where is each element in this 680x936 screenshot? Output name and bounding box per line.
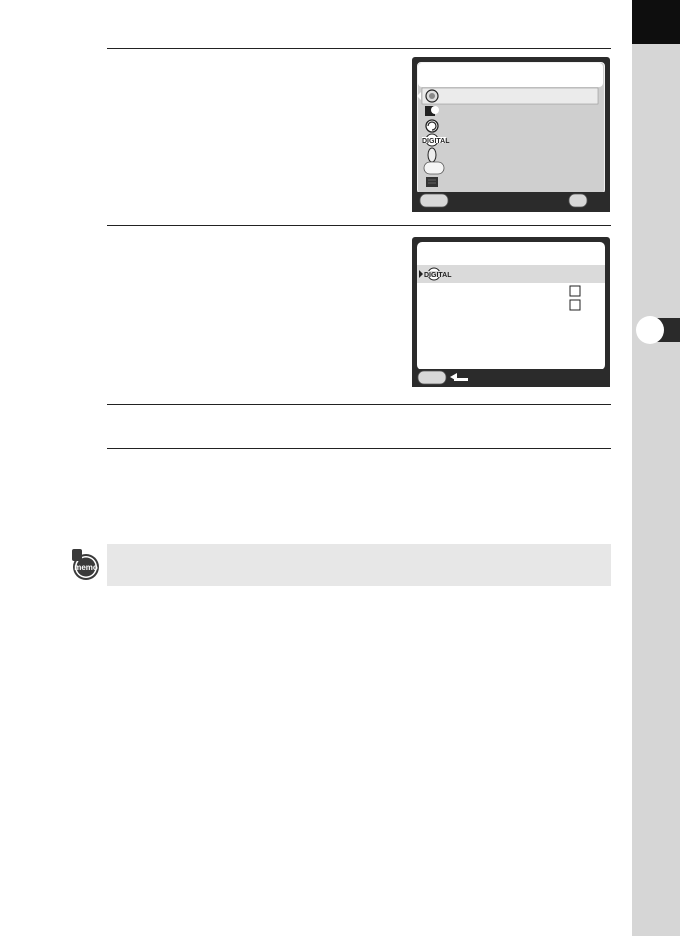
step-divider: [107, 404, 611, 405]
step-divider: [107, 448, 611, 449]
checkbox-icon: [569, 299, 581, 311]
menu-button-icon: [419, 193, 449, 208]
svg-text:DIGITAL: DIGITAL: [422, 138, 450, 145]
rounded-rect-icon: [423, 161, 445, 175]
screen-submenu-graphics: DIGITAL: [412, 242, 610, 387]
circle-icon: [425, 89, 439, 103]
checkbox-icon: [569, 285, 581, 297]
camera-screen-submenu: DIGITAL: [412, 237, 610, 387]
svg-text:memo: memo: [74, 563, 98, 572]
chapter-indicator-icon: [636, 316, 664, 344]
menu-button-icon: [417, 370, 447, 385]
step-divider: [107, 225, 611, 226]
rotate-icon: [425, 119, 439, 133]
screen-menu-graphics: DIGITAL: [412, 63, 610, 212]
custom-image-icon: [425, 106, 439, 116]
oval-icon: [427, 147, 437, 163]
camera-screen-menu: DIGITAL: [412, 57, 610, 212]
ok-button-icon: [568, 193, 588, 208]
digital-filter-icon: DIGITAL: [422, 133, 450, 147]
memo-icon: memo: [72, 549, 99, 580]
chapter-tab: [632, 0, 680, 44]
grid-icon: [426, 177, 438, 187]
step-divider: [107, 48, 611, 49]
memo-note-box: [107, 544, 611, 586]
svg-text:DIGITAL: DIGITAL: [424, 272, 452, 279]
chapter-side-strip: [632, 0, 680, 936]
